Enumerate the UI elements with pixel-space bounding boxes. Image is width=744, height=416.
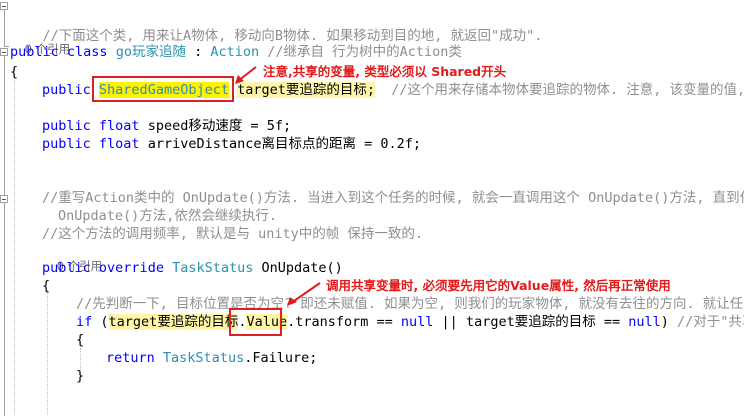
keyword: return — [106, 350, 155, 366]
fold-toggle-icon[interactable] — [0, 2, 8, 10]
keyword: float — [98, 118, 140, 134]
keyword: public — [42, 118, 91, 134]
field-decl: speed移动速度 = 5f; — [147, 118, 292, 134]
comment: //这个用来存储本物体要追踪的物体. 注意, 该变量的值, 会 — [391, 82, 744, 98]
comment: //对于"共享的 — [677, 314, 744, 330]
comment: //这个方法的调用频率, 默认是与 unity中的帧 保持一致的. — [42, 226, 424, 242]
code-editor[interactable]: //下面这个类, 用来让A物体, 移动向B物体. 如果移动到目的地, 就返回"成… — [0, 0, 744, 416]
paren: ) — [660, 314, 669, 330]
fold-line — [4, 56, 5, 416]
operator: == — [368, 314, 401, 330]
keyword: float — [98, 136, 140, 152]
code-line: return TaskStatus.Failure; — [106, 348, 317, 368]
keyword: null — [628, 314, 661, 330]
keyword: class — [66, 44, 108, 60]
code-line: } — [76, 366, 84, 386]
code-line: //先判断一下, 目标位置是否为空? 即还未赋值. 如果为空, 则我们的玩家物体… — [76, 294, 744, 314]
field-decl: arriveDistance离目标点的距离 = 0.2f; — [147, 136, 422, 152]
type-name: TaskStatus — [172, 260, 254, 276]
variable-target: target要追踪的目标 — [108, 314, 239, 330]
code-line: public class go玩家追随 : Action //继承自 行为树中的… — [10, 42, 462, 62]
annotation-shared-type: 注意,共享的变量, 类型必须以 Shared开头 — [263, 64, 507, 79]
keyword: public — [42, 136, 91, 152]
fold-line — [4, 10, 5, 46]
type-name: TaskStatus — [162, 350, 245, 366]
code-line: //这个方法的调用频率, 默认是与 unity中的帧 保持一致的. — [42, 224, 423, 244]
keyword: public — [10, 44, 59, 60]
code-line: public float arriveDistance离目标点的距离 = 0.2… — [42, 134, 421, 154]
fold-end — [4, 46, 9, 47]
base-class: Action — [210, 44, 260, 60]
member-access: .Failure; — [244, 350, 318, 366]
arrow-icon — [235, 66, 257, 84]
codelens-references[interactable]: 0 个引用 — [42, 245, 102, 273]
code-line: //重写Action类中的 OnUpdate()方法. 当进入到这个任务的时候,… — [42, 188, 744, 208]
code-line: //下面这个类, 用来让A物体, 移动向B物体. 如果移动到目的地, 就返回"成… — [10, 6, 543, 44]
code-line: public override TaskStatus OnUpdate() — [42, 258, 343, 278]
code-line: OnUpdate()方法,依然会继续执行. — [58, 206, 277, 226]
comment: //先判断一下, 目标位置是否为空? 即还未赋值. 如果为空, 则我们的玩家物体… — [76, 296, 744, 312]
class-name: go玩家追随 — [115, 44, 186, 60]
code-line: { — [10, 62, 18, 82]
code-line: if (target要追踪的目标.Value.transform == null… — [76, 312, 744, 332]
brace: { — [42, 278, 51, 294]
indent-guide — [47, 290, 48, 415]
highlight-box — [92, 76, 234, 102]
brace: } — [76, 368, 85, 384]
codelens-references[interactable]: 0 个引用 — [10, 28, 70, 56]
keyword: if — [76, 314, 93, 330]
fold-toggle-icon[interactable] — [0, 48, 8, 56]
member-access: .transform — [287, 314, 369, 330]
comment: OnUpdate()方法,依然会继续执行. — [58, 208, 278, 224]
colon: : — [185, 44, 211, 60]
fold-gutter — [0, 0, 10, 416]
code-line: { — [42, 276, 50, 296]
code-line: public float speed移动速度 = 5f; — [42, 116, 291, 136]
indent-guide — [14, 78, 15, 415]
method-signature: OnUpdate() — [261, 260, 343, 276]
brace: { — [76, 332, 85, 348]
keyword: null — [400, 314, 434, 330]
code-line: { — [76, 330, 84, 350]
operator: == — [595, 314, 629, 330]
arrow-icon — [287, 282, 321, 306]
keyword: public — [42, 82, 91, 98]
annotation-value-property: 调用共享变量时, 必须要先用它的Value属性, 然后再正常使用 — [326, 278, 671, 293]
paren: ( — [100, 314, 109, 330]
comment: //重写Action类中的 OnUpdate()方法. 当进入到这个任务的时候,… — [42, 190, 744, 206]
brace: { — [10, 64, 19, 80]
operator: || — [433, 314, 466, 330]
comment: //继承自 行为树中的Action类 — [267, 44, 462, 60]
fold-toggle-icon[interactable] — [0, 195, 8, 203]
keyword: public — [42, 260, 91, 276]
keyword: override — [98, 260, 164, 276]
highlight-box — [229, 308, 282, 336]
variable-target: target要追踪的目标 — [465, 314, 596, 330]
